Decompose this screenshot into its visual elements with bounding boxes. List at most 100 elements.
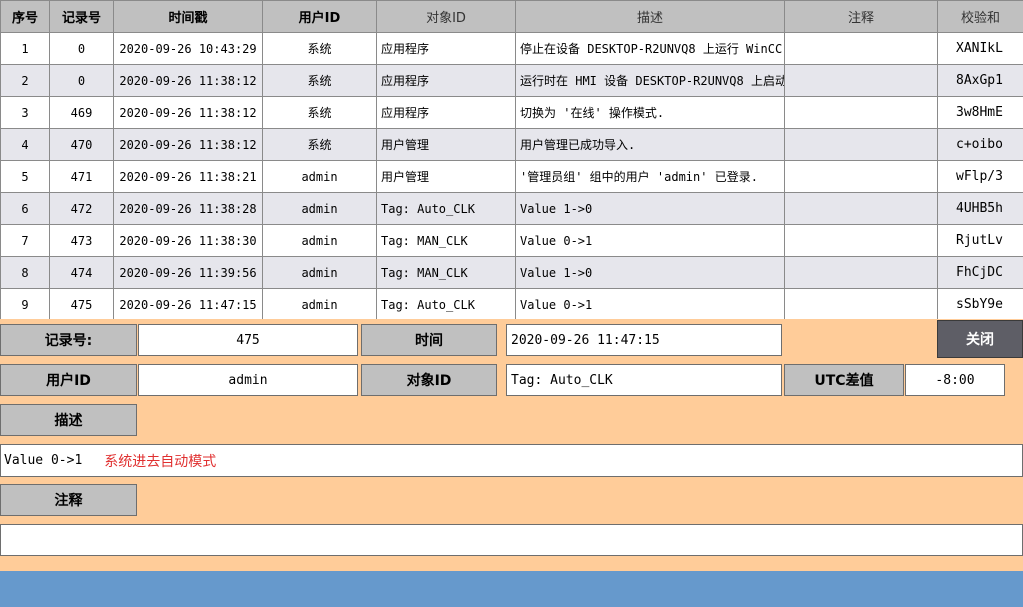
cell-user-id: 系统	[262, 128, 377, 161]
cell-object-id: 应用程序	[376, 64, 516, 97]
cell-checksum: 3w8HmE	[937, 96, 1023, 129]
cell-index: 9	[0, 288, 50, 319]
col-header-index[interactable]: 序号	[0, 0, 50, 33]
cell-timestamp: 2020-09-26 11:39:56	[113, 256, 263, 289]
cell-comment	[784, 96, 938, 129]
cell-timestamp: 2020-09-26 11:38:12	[113, 128, 263, 161]
cell-user-id: admin	[262, 224, 377, 257]
col-header-description[interactable]: 描述	[515, 0, 785, 33]
cell-object-id: 应用程序	[376, 32, 516, 65]
user-id-label: 用户ID	[0, 364, 137, 396]
time-label: 时间	[361, 324, 497, 356]
cell-index: 1	[0, 32, 50, 65]
cell-object-id: Tag: Auto_CLK	[376, 192, 516, 225]
cell-timestamp: 2020-09-26 11:38:30	[113, 224, 263, 257]
bottom-bar	[0, 571, 1023, 607]
cell-description: '管理员组' 组中的用户 'admin' 已登录.	[515, 160, 785, 193]
record-detail-panel: 记录号: 475 时间 2020-09-26 11:47:15 关闭 用户ID …	[0, 319, 1023, 571]
cell-object-id: 用户管理	[376, 128, 516, 161]
cell-description: Value 1->0	[515, 192, 785, 225]
cell-user-id: admin	[262, 256, 377, 289]
time-field[interactable]: 2020-09-26 11:47:15	[506, 324, 782, 356]
user-id-field[interactable]: admin	[138, 364, 358, 396]
cell-user-id: admin	[262, 192, 377, 225]
cell-record-no: 475	[49, 288, 114, 319]
cell-object-id: Tag: Auto_CLK	[376, 288, 516, 319]
cell-record-no: 0	[49, 64, 114, 97]
description-value: Value 0->1	[4, 453, 83, 468]
col-header-timestamp[interactable]: 时间戳	[113, 0, 263, 33]
cell-comment	[784, 160, 938, 193]
cell-comment	[784, 128, 938, 161]
table-header-row: 序号 记录号 时间戳 用户ID 对象ID 描述 注释 校验和	[0, 0, 1023, 33]
close-button[interactable]: 关闭	[937, 320, 1023, 358]
cell-record-no: 471	[49, 160, 114, 193]
cell-index: 5	[0, 160, 50, 193]
cell-checksum: c+oibo	[937, 128, 1023, 161]
col-header-object-id[interactable]: 对象ID	[376, 0, 516, 33]
utc-offset-field[interactable]: -8:00	[905, 364, 1005, 396]
col-header-user-id[interactable]: 用户ID	[262, 0, 377, 33]
cell-description: 运行时在 HMI 设备 DESKTOP-R2UNVQ8 上启动	[515, 64, 785, 97]
table-row[interactable]: 4 470 2020-09-26 11:38:12 系统 用户管理 用户管理已成…	[0, 128, 1023, 161]
record-no-field[interactable]: 475	[138, 324, 358, 356]
col-header-record-no[interactable]: 记录号	[49, 0, 114, 33]
cell-timestamp: 2020-09-26 11:38:21	[113, 160, 263, 193]
description-label: 描述	[0, 404, 137, 436]
cell-user-id: admin	[262, 288, 377, 319]
cell-object-id: 用户管理	[376, 160, 516, 193]
record-no-label: 记录号:	[0, 324, 137, 356]
cell-checksum: 8AxGp1	[937, 64, 1023, 97]
table-row[interactable]: 2 0 2020-09-26 11:38:12 系统 应用程序 运行时在 HMI…	[0, 64, 1023, 97]
cell-comment	[784, 288, 938, 319]
table-row[interactable]: 8 474 2020-09-26 11:39:56 admin Tag: MAN…	[0, 256, 1023, 289]
comment-field[interactable]	[0, 524, 1023, 556]
cell-description: 用户管理已成功导入.	[515, 128, 785, 161]
cell-description: Value 1->0	[515, 256, 785, 289]
table-row[interactable]: 9 475 2020-09-26 11:47:15 admin Tag: Aut…	[0, 288, 1023, 319]
col-header-comment[interactable]: 注释	[784, 0, 938, 33]
cell-description: Value 0->1	[515, 224, 785, 257]
cell-comment	[784, 32, 938, 65]
table-row[interactable]: 3 469 2020-09-26 11:38:12 系统 应用程序 切换为 '在…	[0, 96, 1023, 129]
audit-trail-table: 序号 记录号 时间戳 用户ID 对象ID 描述 注释 校验和 1 0 2020-…	[0, 0, 1023, 319]
cell-comment	[784, 192, 938, 225]
cell-timestamp: 2020-09-26 10:43:29	[113, 32, 263, 65]
col-header-checksum[interactable]: 校验和	[937, 0, 1023, 33]
cell-object-id: Tag: MAN_CLK	[376, 256, 516, 289]
comment-label: 注释	[0, 484, 137, 516]
cell-comment	[784, 256, 938, 289]
description-note: 系统进去自动模式	[104, 453, 217, 470]
cell-index: 3	[0, 96, 50, 129]
cell-record-no: 469	[49, 96, 114, 129]
cell-checksum: FhCjDC	[937, 256, 1023, 289]
description-field[interactable]: Value 0->1 系统进去自动模式	[0, 444, 1023, 477]
cell-description: 切换为 '在线' 操作模式.	[515, 96, 785, 129]
cell-timestamp: 2020-09-26 11:47:15	[113, 288, 263, 319]
cell-record-no: 472	[49, 192, 114, 225]
table-row[interactable]: 7 473 2020-09-26 11:38:30 admin Tag: MAN…	[0, 224, 1023, 257]
table-row[interactable]: 6 472 2020-09-26 11:38:28 admin Tag: Aut…	[0, 192, 1023, 225]
cell-user-id: 系统	[262, 96, 377, 129]
cell-user-id: 系统	[262, 64, 377, 97]
cell-description: Value 0->1	[515, 288, 785, 319]
cell-record-no: 470	[49, 128, 114, 161]
cell-user-id: admin	[262, 160, 377, 193]
cell-record-no: 474	[49, 256, 114, 289]
cell-checksum: RjutLv	[937, 224, 1023, 257]
cell-object-id: 应用程序	[376, 96, 516, 129]
cell-timestamp: 2020-09-26 11:38:12	[113, 64, 263, 97]
cell-object-id: Tag: MAN_CLK	[376, 224, 516, 257]
cell-description: 停止在设备 DESKTOP-R2UNVQ8 上运行 WinCC	[515, 32, 785, 65]
object-id-label: 对象ID	[361, 364, 497, 396]
cell-comment	[784, 224, 938, 257]
audit-table: 序号 记录号 时间戳 用户ID 对象ID 描述 注释 校验和 1 0 2020-…	[0, 0, 1023, 319]
table-row[interactable]: 1 0 2020-09-26 10:43:29 系统 应用程序 停止在设备 DE…	[0, 32, 1023, 65]
cell-index: 8	[0, 256, 50, 289]
cell-checksum: wFlp/3	[937, 160, 1023, 193]
object-id-field[interactable]: Tag: Auto_CLK	[506, 364, 782, 396]
cell-index: 4	[0, 128, 50, 161]
table-row[interactable]: 5 471 2020-09-26 11:38:21 admin 用户管理 '管理…	[0, 160, 1023, 193]
cell-comment	[784, 64, 938, 97]
cell-index: 6	[0, 192, 50, 225]
